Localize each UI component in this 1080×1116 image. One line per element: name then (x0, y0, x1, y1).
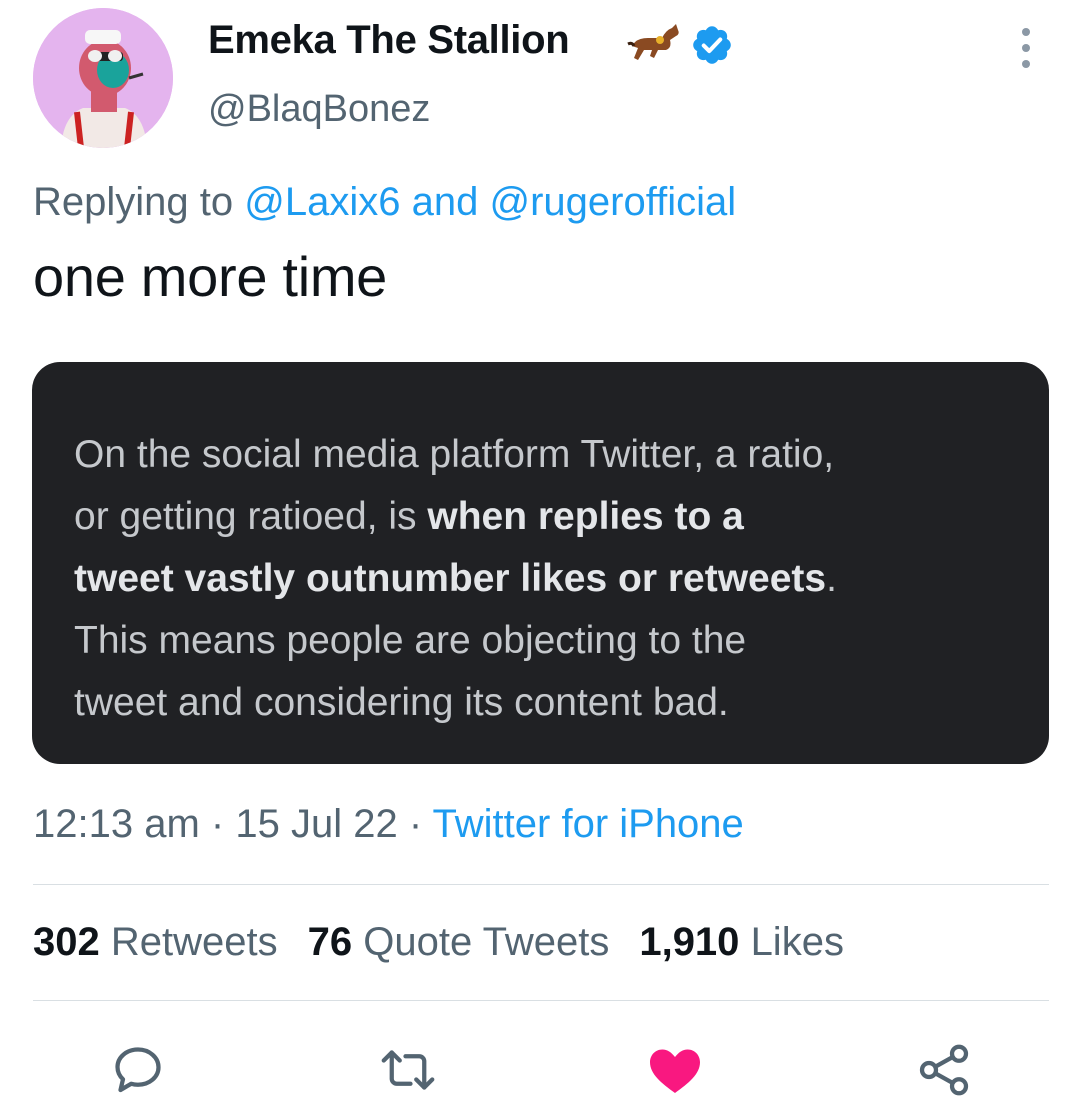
mention-link-laxix6[interactable]: @Laxix6 (244, 180, 400, 224)
tweet-date[interactable]: 15 Jul 22 (235, 802, 397, 846)
tweet-time[interactable]: 12:13 am (33, 802, 200, 846)
media-line: tweet and considering its content bad. (74, 681, 729, 724)
likes-label: Likes (750, 920, 844, 964)
media-bold-text: when replies to a (427, 495, 744, 538)
mention-link-rugerofficial[interactable]: @rugerofficial (489, 180, 736, 224)
avatar[interactable] (33, 8, 173, 148)
tweet-meta: 12:13 am · 15 Jul 22 · Twitter for iPhon… (33, 802, 744, 847)
replying-to-line: Replying to @Laxix6 and @rugerofficial (33, 180, 736, 225)
more-dot (1022, 44, 1030, 52)
divider (33, 1000, 1049, 1001)
display-name[interactable]: Emeka The Stallion (208, 18, 570, 63)
quote-tweets-stat[interactable]: 76 Quote Tweets (308, 920, 610, 964)
meta-separator: · (408, 802, 423, 846)
likes-stat[interactable]: 1,910 Likes (639, 920, 844, 964)
user-handle[interactable]: @BlaqBonez (208, 88, 430, 131)
quote-tweets-label: Quote Tweets (363, 920, 610, 964)
quote-tweets-count: 76 (307, 920, 353, 964)
media-line: On the social media platform Twitter, a … (74, 433, 835, 476)
media-line: This means people are objecting to the (74, 619, 747, 662)
media-line: or getting ratioed, is when replies to a (74, 486, 1024, 548)
tweet-text: one more time (33, 245, 388, 308)
media-bold-text: tweet vastly outnumber likes or retweets (74, 557, 827, 600)
retweets-count: 302 (33, 920, 100, 964)
heart-icon (650, 1049, 700, 1093)
more-dot (1022, 28, 1030, 36)
media-line: tweet vastly outnumber likes or retweets… (74, 548, 1024, 610)
more-dot (1022, 60, 1030, 68)
tweet-stats: 302 Retweets 76 Quote Tweets 1,910 Likes (33, 920, 844, 965)
more-options-icon[interactable] (1013, 28, 1039, 68)
retweets-stat[interactable]: 302 Retweets (33, 920, 278, 964)
reply-button[interactable] (108, 1040, 168, 1100)
mention-conjunction: and (411, 180, 479, 224)
meta-separator: · (210, 802, 225, 846)
retweet-button[interactable] (378, 1040, 438, 1100)
divider (33, 884, 1049, 885)
share-button[interactable] (914, 1040, 974, 1100)
verified-badge-icon (690, 23, 734, 67)
avatar-ape-image (33, 8, 173, 148)
replying-to-label: Replying to (33, 180, 234, 224)
like-button[interactable] (645, 1040, 705, 1100)
share-icon (919, 1044, 969, 1096)
likes-count: 1,910 (639, 920, 740, 964)
media-definition-text: On the social media platform Twitter, a … (74, 424, 1024, 734)
media-plain-text: . (826, 557, 837, 600)
media-plain-text: or getting ratioed, is (74, 495, 428, 538)
retweet-icon (381, 1050, 435, 1090)
retweets-label: Retweets (110, 920, 278, 964)
horse-racing-emoji-icon (626, 20, 682, 68)
tweet-source-link[interactable]: Twitter for iPhone (433, 802, 744, 846)
reply-icon (115, 1047, 161, 1093)
tweet-media-image[interactable]: On the social media platform Twitter, a … (32, 362, 1049, 764)
